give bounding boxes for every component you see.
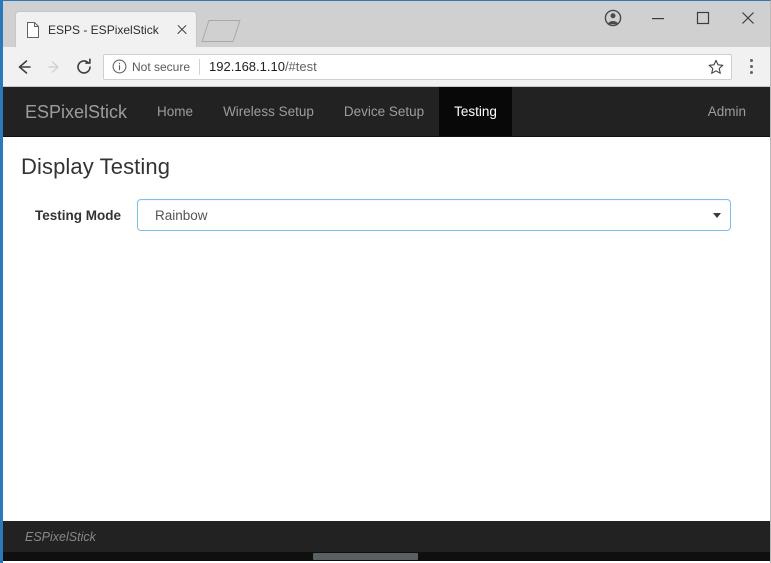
browser-window: ESPS - ESPixelStick Not secure 192.168.1… xyxy=(0,0,771,563)
window-controls xyxy=(590,1,770,35)
browser-tab[interactable]: ESPS - ESPixelStick xyxy=(15,11,197,47)
testing-mode-select[interactable]: Rainbow xyxy=(137,199,731,231)
forward-arrow-icon xyxy=(39,52,69,82)
menu-dot xyxy=(749,65,753,68)
navbar-right-items: Admin xyxy=(693,87,770,136)
reload-icon[interactable] xyxy=(69,52,99,82)
security-label: Not secure xyxy=(132,59,191,74)
close-icon[interactable] xyxy=(174,22,190,38)
site-footer: ESPixelStick xyxy=(3,521,770,552)
browser-toolbar: Not secure 192.168.1.10/#test xyxy=(3,47,770,87)
menu-dot xyxy=(749,59,753,62)
menu-dot xyxy=(749,71,753,74)
page-viewport: ESPixelStick Home Wireless Setup Device … xyxy=(3,87,770,561)
window-close-icon[interactable] xyxy=(725,1,770,35)
new-tab-shape xyxy=(201,20,241,42)
security-chip[interactable]: Not secure xyxy=(112,59,190,74)
three-dot-menu-icon[interactable] xyxy=(740,54,762,80)
footer-text: ESPixelStick xyxy=(25,529,96,544)
site-navbar: ESPixelStick Home Wireless Setup Device … xyxy=(3,87,770,137)
testing-mode-select-value: Rainbow xyxy=(137,199,731,231)
omnibox-separator xyxy=(199,58,201,75)
scrollbar-thumb[interactable] xyxy=(313,553,418,560)
browser-tab-strip: ESPS - ESPixelStick xyxy=(3,1,770,47)
nav-item-wireless-setup[interactable]: Wireless Setup xyxy=(208,87,329,136)
nav-item-device-setup[interactable]: Device Setup xyxy=(329,87,439,136)
address-bar[interactable]: Not secure 192.168.1.10/#test xyxy=(103,53,732,80)
page-content: Display Testing Testing Mode Rainbow xyxy=(3,137,770,231)
url-text: 192.168.1.10/#test xyxy=(209,59,705,74)
star-icon[interactable] xyxy=(705,56,727,78)
account-icon[interactable] xyxy=(590,1,635,35)
url-path: /#test xyxy=(284,59,317,74)
back-arrow-icon[interactable] xyxy=(9,52,39,82)
page-title: Display Testing xyxy=(21,154,171,179)
nav-item-home[interactable]: Home xyxy=(142,87,208,136)
navbar-items: Home Wireless Setup Device Setup Testing… xyxy=(142,87,770,136)
minimize-icon[interactable] xyxy=(635,1,680,35)
document-icon xyxy=(26,21,40,38)
form-row-testing-mode: Testing Mode Rainbow xyxy=(21,199,752,231)
chevron-down-icon xyxy=(713,213,721,218)
new-tab-button[interactable] xyxy=(201,18,241,42)
browser-tab-title: ESPS - ESPixelStick xyxy=(48,22,159,37)
nav-item-admin[interactable]: Admin xyxy=(693,87,770,136)
nav-item-testing[interactable]: Testing xyxy=(439,87,512,136)
info-circle-icon xyxy=(112,59,127,74)
testing-mode-label: Testing Mode xyxy=(35,207,121,223)
maximize-icon[interactable] xyxy=(680,1,725,35)
site-brand[interactable]: ESPixelStick xyxy=(3,87,142,136)
url-host: 192.168.1.10 xyxy=(209,59,285,74)
horizontal-scrollbar[interactable] xyxy=(3,552,770,561)
